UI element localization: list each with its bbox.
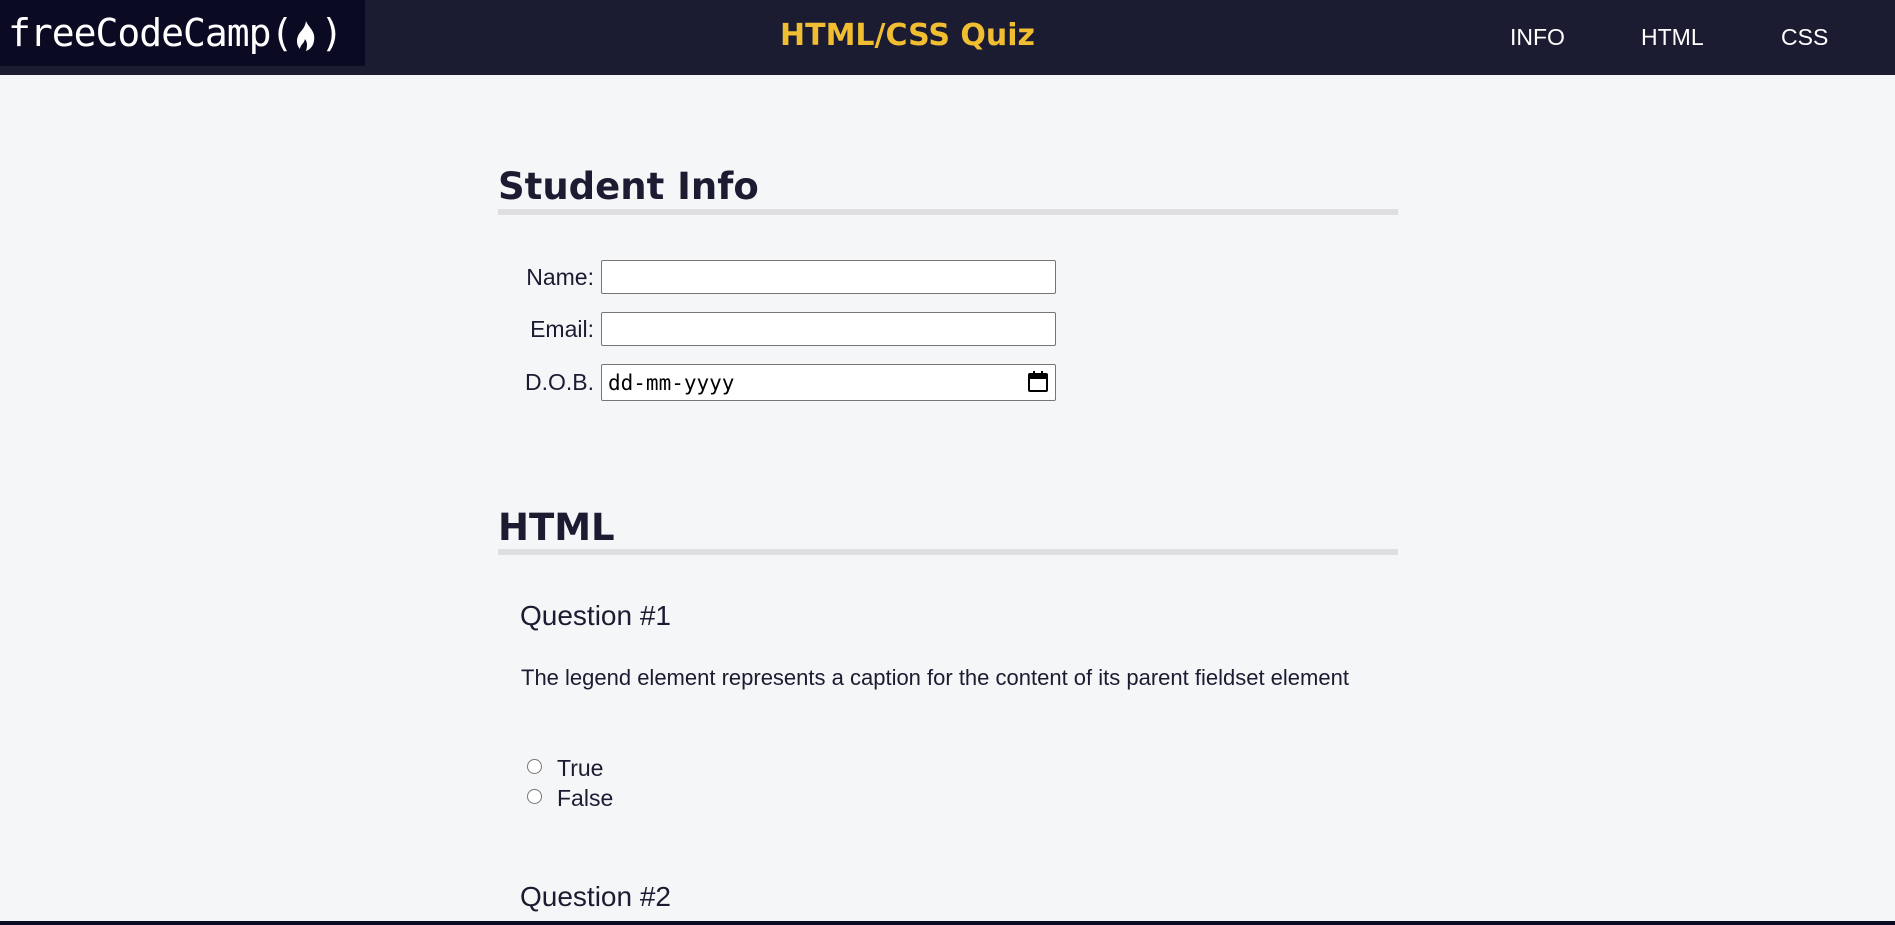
- question-1-text: The legend element represents a caption …: [521, 665, 1349, 690]
- dob-label: D.O.B.: [524, 369, 594, 395]
- freecodecamp-logo[interactable]: freeCodeCamp(): [0, 0, 365, 66]
- radio-false[interactable]: [527, 789, 542, 804]
- email-label: Email:: [530, 316, 594, 342]
- email-input[interactable]: [601, 312, 1056, 346]
- html-section-heading: HTML: [498, 506, 615, 549]
- radio-true[interactable]: [527, 759, 542, 774]
- nav-link-info[interactable]: INFO: [1510, 24, 1565, 51]
- top-navbar: freeCodeCamp() HTML/CSS Quiz INFO HTML C…: [0, 0, 1895, 75]
- section-divider: [498, 209, 1398, 215]
- section-divider: [498, 549, 1398, 555]
- question-2-title: Question #2: [520, 881, 671, 912]
- radio-false-label[interactable]: False: [557, 785, 613, 812]
- question-1-title: Question #1: [520, 600, 671, 631]
- page-title: HTML/CSS Quiz: [780, 18, 1035, 53]
- name-label: Name:: [526, 264, 594, 290]
- logo-text: freeCodeCamp(): [8, 11, 343, 55]
- nav-link-css[interactable]: CSS: [1781, 24, 1828, 51]
- window-bottom-edge: [0, 921, 1895, 925]
- calendar-icon[interactable]: [1027, 371, 1049, 393]
- radio-true-label[interactable]: True: [557, 755, 603, 782]
- student-info-heading: Student Info: [498, 165, 759, 208]
- dob-placeholder: dd-mm-yyyy: [608, 371, 735, 395]
- name-input[interactable]: [601, 260, 1056, 294]
- nav-link-html[interactable]: HTML: [1641, 24, 1704, 51]
- dob-date-input[interactable]: dd-mm-yyyy: [601, 364, 1056, 401]
- flame-icon: [297, 20, 315, 51]
